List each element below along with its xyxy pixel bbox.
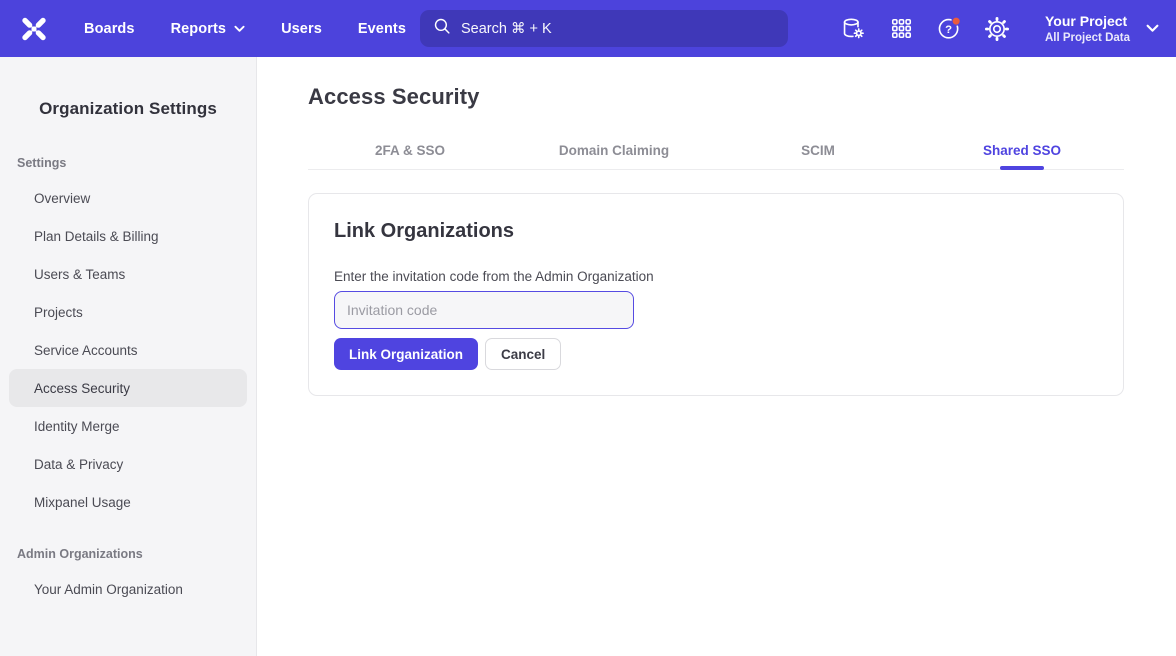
page-title: Access Security: [308, 84, 1124, 110]
nav-item-events-label: Events: [358, 21, 406, 37]
chevron-down-icon: [1146, 20, 1159, 38]
invitation-code-input[interactable]: [334, 291, 634, 329]
card-title: Link Organizations: [334, 220, 1098, 243]
sidebar-settings-list: Overview Plan Details & Billing Users & …: [0, 179, 256, 521]
sidebar-section-settings-label: Settings: [17, 156, 256, 170]
nav-item-users-label: Users: [281, 21, 322, 37]
project-name: Your Project: [1045, 13, 1127, 30]
sidebar-admin-orgs-list: Your Admin Organization: [0, 570, 256, 608]
sidebar-item-access-security[interactable]: Access Security: [9, 369, 247, 407]
global-search[interactable]: [420, 10, 788, 47]
tab-2fa-sso[interactable]: 2FA & SSO: [308, 132, 512, 169]
tab-domain-claiming[interactable]: Domain Claiming: [512, 132, 716, 169]
sidebar-item-your-admin-organization[interactable]: Your Admin Organization: [9, 570, 247, 608]
nav-item-boards-label: Boards: [84, 21, 135, 37]
nav-item-boards[interactable]: Boards: [84, 21, 135, 37]
apps-grid-icon[interactable]: [888, 16, 914, 42]
project-scope: All Project Data: [1045, 31, 1130, 45]
sidebar-item-identity-merge[interactable]: Identity Merge: [9, 407, 247, 445]
sidebar-title: Organization Settings: [0, 99, 256, 119]
tab-shared-sso[interactable]: Shared SSO: [920, 132, 1124, 169]
svg-text:?: ?: [945, 24, 952, 36]
access-security-tabs: 2FA & SSO Domain Claiming SCIM Shared SS…: [308, 132, 1124, 170]
primary-nav: Boards Reports Users Events: [84, 21, 406, 37]
sidebar-item-users-teams[interactable]: Users & Teams: [9, 255, 247, 293]
card-description: Enter the invitation code from the Admin…: [334, 269, 1098, 284]
nav-item-reports[interactable]: Reports: [171, 21, 246, 37]
top-navigation: Boards Reports Users Events: [0, 0, 1176, 57]
settings-sidebar: Organization Settings Settings Overview …: [0, 57, 257, 656]
sidebar-item-mixpanel-usage[interactable]: Mixpanel Usage: [9, 483, 247, 521]
search-icon: [433, 17, 451, 40]
cancel-button[interactable]: Cancel: [485, 338, 561, 370]
nav-right-cluster: ? Your Proj: [840, 0, 1159, 57]
mixpanel-logo-icon[interactable]: [19, 14, 49, 44]
sidebar-item-overview[interactable]: Overview: [9, 179, 247, 217]
sidebar-item-service-accounts[interactable]: Service Accounts: [9, 331, 247, 369]
main-content: Access Security 2FA & SSO Domain Claimin…: [257, 57, 1176, 656]
sidebar-item-plan-details-billing[interactable]: Plan Details & Billing: [9, 217, 247, 255]
notification-dot: [952, 17, 960, 25]
project-selector[interactable]: Your Project All Project Data: [1045, 13, 1159, 45]
sidebar-item-projects[interactable]: Projects: [9, 293, 247, 331]
tab-scim[interactable]: SCIM: [716, 132, 920, 169]
link-organization-button[interactable]: Link Organization: [334, 338, 478, 370]
data-management-icon[interactable]: [840, 16, 866, 42]
nav-item-reports-label: Reports: [171, 21, 227, 37]
sidebar-section-admin-orgs-label: Admin Organizations: [17, 547, 256, 561]
search-input[interactable]: [461, 21, 775, 37]
nav-item-users[interactable]: Users: [281, 21, 322, 37]
help-icon[interactable]: ?: [936, 16, 962, 42]
link-organizations-card: Link Organizations Enter the invitation …: [308, 193, 1124, 396]
nav-item-events[interactable]: Events: [358, 21, 406, 37]
sidebar-item-data-privacy[interactable]: Data & Privacy: [9, 445, 247, 483]
card-actions: Link Organization Cancel: [334, 338, 1098, 370]
chevron-down-icon: [234, 21, 245, 37]
settings-gear-icon[interactable]: [984, 16, 1010, 42]
